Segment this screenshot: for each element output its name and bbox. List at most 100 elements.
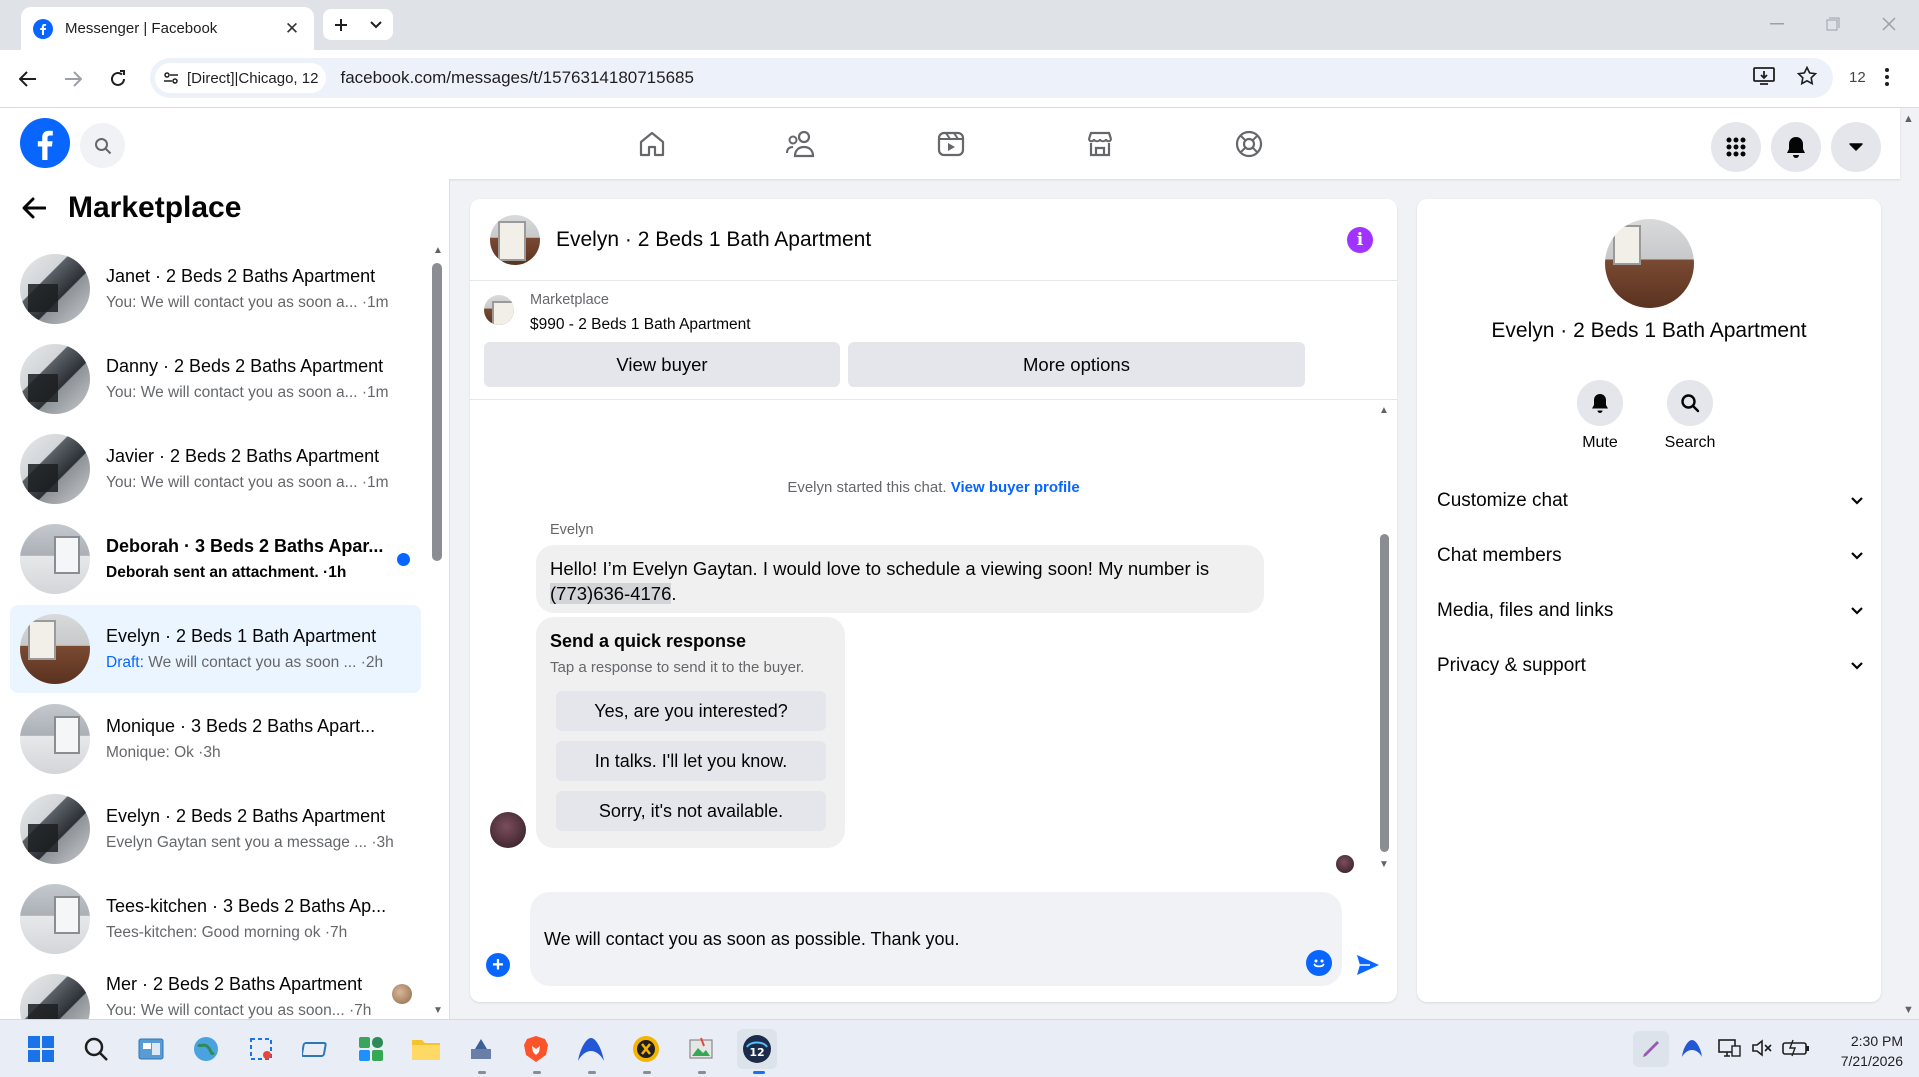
chat-list-item[interactable]: Deborah · 3 Beds 2 Baths Apar... Deborah … <box>10 515 421 603</box>
quick-reply-in-talks-button[interactable]: In talks. I'll let you know. <box>556 741 826 781</box>
forward-icon[interactable] <box>57 63 89 95</box>
site-info-chip[interactable]: [Direct]|Chicago, 12 <box>155 63 327 93</box>
restore-icon[interactable] <box>1811 8 1855 40</box>
video-icon[interactable] <box>929 122 973 166</box>
chat-members-row[interactable]: Chat members <box>1437 536 1863 576</box>
quick-reply-interested-button[interactable]: Yes, are you interested? <box>556 691 826 731</box>
chat-preview-text: You: We will contact you as soon... ·7h <box>106 1002 372 1019</box>
site-settings-icon <box>164 72 178 84</box>
apps-grid-icon[interactable] <box>354 1032 388 1066</box>
conversation-info-icon[interactable]: i <box>1347 227 1373 253</box>
chat-list-item[interactable]: Danny · 2 Beds 2 Baths Apartment You: We … <box>10 335 421 423</box>
taskbar-search-icon[interactable] <box>79 1032 113 1066</box>
install-app-icon[interactable] <box>1753 66 1775 86</box>
ix-browser-icon[interactable] <box>629 1032 663 1066</box>
system-clock[interactable]: 2:30 PM 7/21/2026 <box>1815 1031 1903 1071</box>
view-buyer-profile-link[interactable]: View buyer profile <box>951 479 1080 496</box>
mute-bell-icon[interactable] <box>1577 380 1623 426</box>
chat-list-item[interactable]: Monique · 3 Beds 2 Baths Apart... Monique… <box>10 695 421 783</box>
snipping-tool-icon[interactable] <box>244 1032 278 1066</box>
back-icon[interactable] <box>12 63 44 95</box>
media-files-links-row[interactable]: Media, files and links <box>1437 591 1863 631</box>
chat-list-item[interactable]: Evelyn · 2 Beds 2 Baths Apartment Evelyn … <box>10 785 421 873</box>
new-tab-icon[interactable] <box>323 9 358 40</box>
brave-browser-icon[interactable] <box>519 1032 553 1066</box>
marketplace-icon[interactable] <box>1078 122 1122 166</box>
chat-avatar <box>20 794 90 864</box>
task-view-icon[interactable] <box>134 1032 168 1066</box>
chat-list-item[interactable]: Tees-kitchen · 3 Beds 2 Baths Ap... Tees-… <box>10 875 421 963</box>
facebook-logo-icon[interactable] <box>20 118 70 168</box>
messages-scroll-up-icon[interactable]: ▲ <box>1379 405 1389 416</box>
back-arrow-icon[interactable] <box>22 197 46 219</box>
menu-grid-icon[interactable] <box>1711 122 1761 172</box>
friends-icon[interactable] <box>779 122 823 166</box>
url-text[interactable]: facebook.com/messages/t/1576314180715685 <box>340 68 693 88</box>
send-icon[interactable] <box>1353 950 1383 980</box>
remote-app-icon[interactable] <box>299 1032 333 1066</box>
chat-list-item[interactable]: Mer · 2 Beds 2 Baths Apartment You: We wi… <box>10 965 421 1021</box>
address-bar[interactable]: [Direct]|Chicago, 12 facebook.com/messag… <box>150 58 1833 98</box>
facebook-favicon-icon <box>33 18 53 39</box>
minimize-icon[interactable] <box>1755 8 1799 40</box>
messages-scroll-down-icon[interactable]: ▼ <box>1379 859 1389 870</box>
profile-indicator[interactable]: 12 <box>1849 69 1866 86</box>
clock-time: 2:30 PM <box>1850 1033 1903 1049</box>
chat-list-item[interactable]: Javier · 2 Beds 2 Baths Apartment You: We… <box>10 425 421 513</box>
close-window-icon[interactable] <box>1867 8 1911 40</box>
active-browser-profile-icon[interactable]: 12 <box>737 1029 777 1069</box>
image-editor-icon[interactable] <box>684 1032 718 1066</box>
page-scroll-up-icon[interactable]: ▲ <box>1903 113 1914 125</box>
pen-tray-icon[interactable] <box>1633 1031 1669 1067</box>
file-explorer-icon[interactable] <box>409 1032 443 1066</box>
listing-title[interactable]: $990 - 2 Beds 1 Bath Apartment <box>530 316 751 334</box>
conversation-title[interactable]: Evelyn · 2 Beds 1 Bath Apartment <box>556 228 871 252</box>
tab-search-chevron-icon[interactable] <box>358 9 393 40</box>
chat-avatar <box>20 884 90 954</box>
chat-list-item[interactable]: Evelyn · 2 Beds 1 Bath Apartment Draft: W… <box>10 605 421 693</box>
quick-reply-not-available-button[interactable]: Sorry, it's not available. <box>556 791 826 831</box>
chat-list-item[interactable]: Janet · 2 Beds 2 Baths Apartment You: We … <box>10 245 421 333</box>
conversation-header: Evelyn · 2 Beds 1 Bath Apartment i <box>470 199 1397 281</box>
message-composer[interactable]: We will contact you as soon as possible.… <box>530 892 1342 986</box>
add-attachment-icon[interactable]: + <box>486 953 510 977</box>
chat-list-scroll-up-icon[interactable]: ▲ <box>433 245 443 256</box>
conversation-avatar[interactable] <box>490 214 540 265</box>
customize-chat-row[interactable]: Customize chat <box>1437 481 1863 521</box>
mute-action[interactable]: Mute <box>1560 380 1640 452</box>
network-tray-icon[interactable] <box>1717 1037 1741 1059</box>
volume-muted-icon[interactable] <box>1750 1037 1774 1059</box>
notifications-bell-icon[interactable] <box>1771 122 1821 172</box>
globe-app-icon[interactable] <box>189 1032 223 1066</box>
chat-list-scrollbar[interactable] <box>432 263 442 561</box>
chat-list-scroll-down-icon[interactable]: ▼ <box>433 1005 443 1016</box>
search-in-chat-icon[interactable] <box>1667 380 1713 426</box>
running-indicator <box>588 1071 596 1074</box>
home-icon[interactable] <box>630 122 674 166</box>
page-scroll-down-icon[interactable]: ▼ <box>1903 1004 1914 1016</box>
search-action[interactable]: Search <box>1650 380 1730 452</box>
close-tab-icon[interactable]: ✕ <box>282 19 302 39</box>
browser-tab[interactable]: Messenger | Facebook ✕ <box>21 7 314 50</box>
vpn-tray-icon[interactable] <box>1680 1037 1704 1059</box>
more-options-button[interactable]: More options <box>848 342 1305 387</box>
message-phone-number[interactable]: (773)636-4176 <box>550 583 672 604</box>
windows-start-icon[interactable] <box>24 1032 58 1066</box>
messages-scrollbar[interactable] <box>1380 534 1389 852</box>
view-buyer-button[interactable]: View buyer <box>484 342 840 387</box>
bookmark-star-icon[interactable] <box>1797 66 1817 86</box>
gaming-icon[interactable] <box>1227 122 1271 166</box>
sender-avatar[interactable] <box>490 812 526 848</box>
facebook-search-icon[interactable] <box>80 123 125 168</box>
vpn-app-icon[interactable] <box>574 1032 608 1066</box>
network-app-icon[interactable] <box>464 1032 498 1066</box>
info-avatar[interactable] <box>1605 219 1694 308</box>
listing-thumbnail[interactable] <box>484 295 514 325</box>
reload-icon[interactable] <box>102 63 134 95</box>
battery-icon[interactable] <box>1781 1037 1811 1059</box>
emoji-icon[interactable] <box>1306 950 1332 976</box>
browser-menu-icon[interactable] <box>1884 66 1890 88</box>
account-dropdown-icon[interactable] <box>1831 122 1881 172</box>
composer-input-text[interactable]: We will contact you as soon as possible.… <box>544 929 960 950</box>
privacy-support-row[interactable]: Privacy & support <box>1437 646 1863 686</box>
